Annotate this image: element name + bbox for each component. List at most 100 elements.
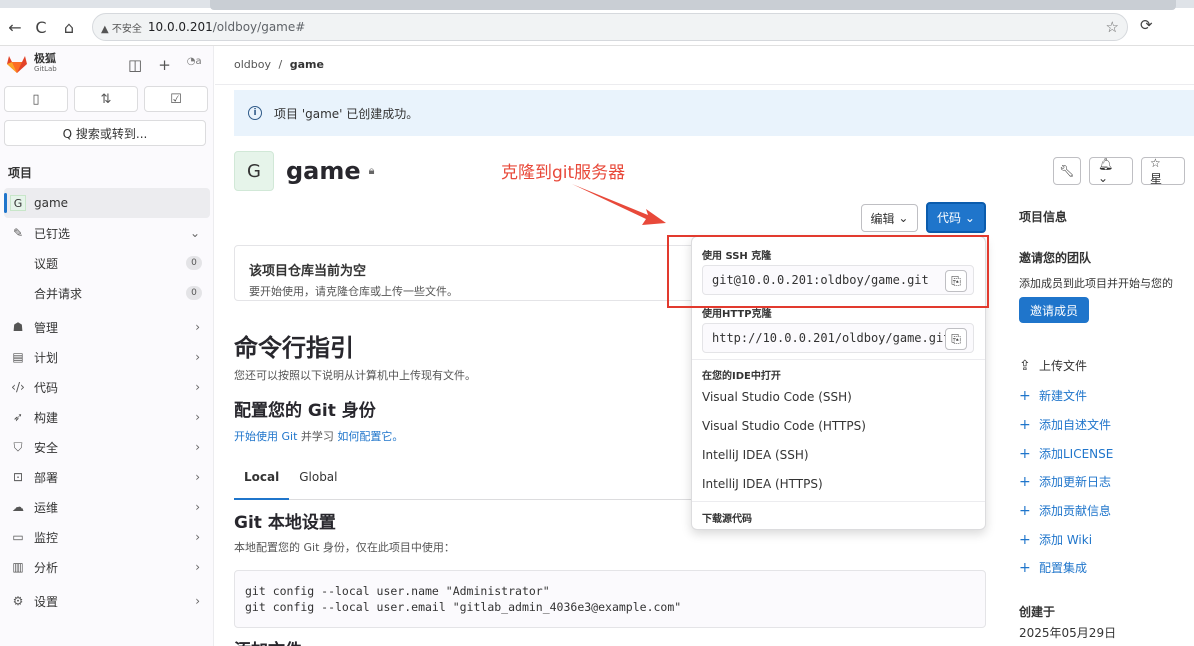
plus-icon: + — [1019, 445, 1031, 462]
sidebar-item-operate[interactable]: ☁ 运维 › — [0, 492, 214, 522]
ide-option-intellij-ssh[interactable]: IntelliJ IDEA (SSH) — [702, 448, 809, 462]
new-file-link[interactable]: + 新建文件 — [1019, 387, 1087, 404]
search-button[interactable]: Q 搜索或转到... — [4, 120, 206, 146]
code-label: 代码 — [937, 211, 962, 225]
sidebar-item-settings[interactable]: ⚙ 设置 › — [0, 586, 214, 616]
add-contributing-link[interactable]: + 添加贡献信息 — [1019, 502, 1111, 519]
get-started-git-link[interactable]: 开始使用 Git — [234, 430, 297, 443]
chevron-right-icon: › — [195, 594, 200, 608]
download-source-label[interactable]: 下载源代码 — [702, 510, 752, 525]
annotation-arrow-icon — [572, 184, 666, 225]
url-host: 10.0.0.201 — [147, 20, 213, 34]
sidebar-item-label: 构建 — [34, 410, 59, 425]
tab-strip — [0, 0, 1194, 10]
empty-repo-notice: 该项目仓库当前为空 要开始使用，请克隆仓库或上传一些文件。 — [234, 245, 704, 301]
divider — [692, 359, 985, 360]
config-tabs: Local Global — [234, 460, 694, 500]
reload-button[interactable]: C — [30, 16, 52, 38]
monitor-icon: ▭ — [12, 530, 24, 544]
add-changelog-link[interactable]: + 添加更新日志 — [1019, 473, 1111, 490]
text-fragment: 并学习 — [297, 430, 338, 443]
local-setup-heading: Git 本地设置 — [234, 513, 336, 533]
configure-integrations-link[interactable]: + 配置集成 — [1019, 559, 1087, 576]
sidebar-toggle-icon[interactable]: ◫ — [128, 56, 142, 74]
edit-dropdown-button[interactable]: 编辑 ⌄ — [861, 204, 918, 232]
highlight-box — [667, 235, 989, 308]
sidebar-item-label: 计划 — [34, 350, 59, 365]
add-readme-link[interactable]: + 添加自述文件 — [1019, 416, 1111, 433]
link-label: 添加贡献信息 — [1039, 504, 1112, 518]
security-warning[interactable]: ▲ 不安全 — [101, 20, 142, 35]
chevron-right-icon: › — [195, 440, 200, 454]
breadcrumb-project[interactable]: game — [290, 58, 324, 71]
ide-option-vscode-https[interactable]: Visual Studio Code (HTTPS) — [702, 419, 866, 433]
add-file-heading: 添加文件 — [234, 636, 302, 646]
page-title: game — [286, 157, 361, 185]
brand-name: 极狐 — [34, 52, 56, 65]
chevron-right-icon: › — [195, 350, 200, 364]
invite-members-button[interactable]: 邀请成员 — [1019, 297, 1089, 323]
add-license-link[interactable]: + 添加LICENSE — [1019, 445, 1113, 462]
sidebar-item-deploy[interactable]: ⊡ 部署 › — [0, 462, 214, 492]
sidebar-section-title: 项目 — [8, 166, 33, 180]
sidebar-item-issues[interactable]: 议题 0 — [0, 248, 214, 278]
code-icon: ‹/› — [11, 380, 25, 394]
ide-option-intellij-https[interactable]: IntelliJ IDEA (HTTPS) — [702, 477, 823, 491]
gear-icon: ⚙ — [12, 594, 24, 608]
back-button[interactable]: ← — [4, 16, 26, 38]
project-info-title: 项目信息 — [1019, 210, 1068, 224]
sidebar-item-merge-requests[interactable]: 合并请求 0 — [0, 278, 214, 308]
upload-file-link[interactable]: ⇪ 上传文件 — [1019, 357, 1087, 374]
url-path: /oldboy/game# — [212, 20, 306, 34]
git-identity-heading: 配置您的 Git 身份 — [234, 401, 376, 421]
add-wiki-link[interactable]: + 添加 Wiki — [1019, 531, 1092, 548]
plus-icon: + — [1019, 559, 1031, 576]
chart-icon: ▥ — [12, 560, 24, 574]
gitlab-logo[interactable]: 极狐 GitLab — [6, 52, 57, 74]
brand-sub: GitLab — [34, 65, 57, 73]
sidebar-item-pinned[interactable]: ✎ 已钉选 ⌄ — [0, 218, 214, 248]
user-avatar[interactable]: ◔a — [187, 56, 209, 72]
git-config-code-block[interactable]: git config --local user.name "Administra… — [234, 570, 986, 628]
empty-repo-title: 该项目仓库当前为空 — [249, 264, 367, 279]
empty-repo-subtitle: 要开始使用，请克隆仓库或上传一些文件。 — [249, 285, 458, 298]
how-to-configure-link[interactable]: 如何配置它。 — [337, 430, 403, 443]
edit-label: 编辑 — [870, 211, 895, 226]
project-avatar-icon: G — [10, 195, 26, 211]
address-bar[interactable]: ▲ 不安全 10.0.0.201/oldboy/game# ☆ — [92, 13, 1128, 41]
http-clone-url-field[interactable]: http://10.0.0.201/oldboy/game.git ⎘ — [702, 323, 974, 353]
browser-tab[interactable] — [210, 0, 1176, 10]
sidebar-item-plan[interactable]: ▤ 计划 › — [0, 342, 214, 372]
copy-http-url-icon[interactable]: ⎘ — [945, 328, 967, 350]
extension-icon[interactable]: ⟳ — [1140, 16, 1153, 34]
sidebar-item-manage[interactable]: ☗ 管理 › — [0, 312, 214, 342]
sidebar-item-game[interactable]: G game — [4, 188, 210, 218]
issues-shortcut-icon[interactable]: ▯ — [4, 86, 68, 112]
sidebar-item-label: 合并请求 — [34, 286, 83, 301]
sidebar: 极狐 GitLab ◫ + ◔a ▯ ⇅ ☑ Q 搜索或转到... 项目 G g… — [0, 46, 214, 646]
breadcrumb-separator: / — [278, 58, 283, 71]
new-item-plus-icon[interactable]: + — [158, 56, 171, 74]
sidebar-item-build[interactable]: ➶ 构建 › — [0, 402, 214, 432]
merge-requests-shortcut-icon[interactable]: ⇅ — [74, 86, 138, 112]
link-label: 添加 Wiki — [1039, 533, 1093, 547]
tab-global[interactable]: Global — [289, 460, 347, 500]
sidebar-item-label: 安全 — [34, 440, 59, 455]
sidebar-item-secure[interactable]: ⛉ 安全 › — [0, 432, 214, 462]
ide-option-vscode-ssh[interactable]: Visual Studio Code (SSH) — [702, 390, 852, 404]
chevron-right-icon: › — [195, 530, 200, 544]
home-button[interactable]: ⌂ — [58, 16, 80, 38]
invite-team-title: 邀请您的团队 — [1019, 251, 1092, 265]
bookmark-star-icon[interactable]: ☆ — [1106, 18, 1119, 36]
tab-local[interactable]: Local — [234, 460, 290, 500]
sidebar-item-monitor[interactable]: ▭ 监控 › — [0, 522, 214, 552]
plus-icon: + — [1019, 473, 1031, 490]
breadcrumb-group[interactable]: oldboy — [234, 58, 271, 71]
deploy-icon: ⊡ — [12, 470, 24, 484]
sidebar-item-analyze[interactable]: ▥ 分析 › — [0, 552, 214, 582]
todo-shortcut-icon[interactable]: ☑ — [144, 86, 208, 112]
link-label: 添加更新日志 — [1039, 475, 1112, 489]
sidebar-item-code[interactable]: ‹/› 代码 › — [0, 372, 214, 402]
code-dropdown-button[interactable]: 代码 ⌄ — [926, 202, 986, 233]
shield-icon: ⛉ — [13, 439, 23, 454]
